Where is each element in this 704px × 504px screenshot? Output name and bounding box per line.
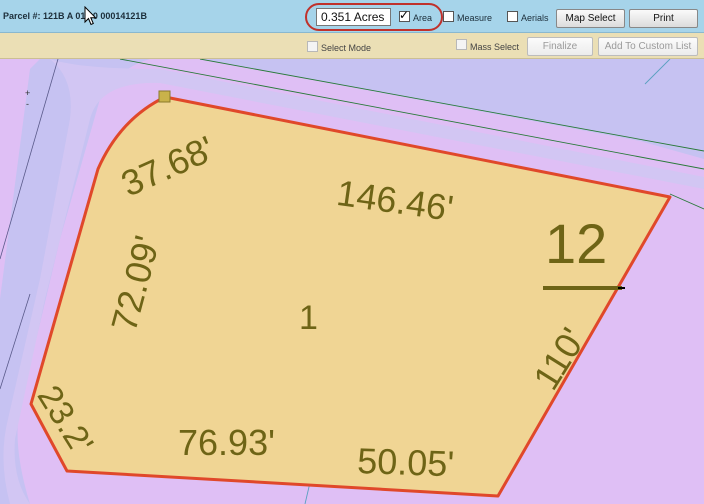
mouse-cursor-icon: [84, 6, 97, 26]
selection-toolbar: Select Mode Mass Select Finalize Add To …: [0, 33, 704, 59]
zoom-out-icon[interactable]: -: [26, 99, 29, 109]
dimension-label-bottom: 76.93': [178, 422, 275, 463]
aerials-label: Aerials: [521, 13, 549, 23]
parcel-number-label: Parcel #: 121B A 01 00 00014121B: [3, 11, 147, 21]
zoom-in-icon[interactable]: +: [25, 88, 30, 98]
vertex-handle[interactable]: [158, 90, 171, 103]
aerials-checkbox[interactable]: [507, 11, 518, 22]
area-checkbox[interactable]: [399, 8, 410, 22]
map-toolbar: Parcel #: 121B A 01 00 00014121B 0.351 A…: [0, 0, 704, 33]
map-canvas[interactable]: + - 37.68' 146.46' 72.09' 110' 23.2' 76.…: [0, 59, 704, 504]
area-label: Area: [413, 13, 433, 23]
block-number: 12: [545, 212, 608, 275]
finalize-button[interactable]: Finalize: [527, 37, 593, 56]
map-select-button[interactable]: Map Select: [556, 9, 625, 28]
measure-checkbox[interactable]: [443, 11, 454, 22]
select-mode-label: Select Mode: [321, 43, 372, 53]
parcel-number: 1: [299, 299, 318, 337]
add-to-custom-list-button[interactable]: Add To Custom List: [598, 37, 698, 56]
dimension-label-bottom-right: 50.05': [356, 440, 455, 485]
mass-select-checkbox[interactable]: [456, 39, 467, 50]
print-button[interactable]: Print: [629, 9, 698, 28]
parcel-map: + -: [0, 59, 704, 504]
select-mode-checkbox[interactable]: [307, 41, 318, 52]
measure-label: Measure: [457, 13, 493, 23]
mass-select-label: Mass Select: [470, 42, 520, 52]
